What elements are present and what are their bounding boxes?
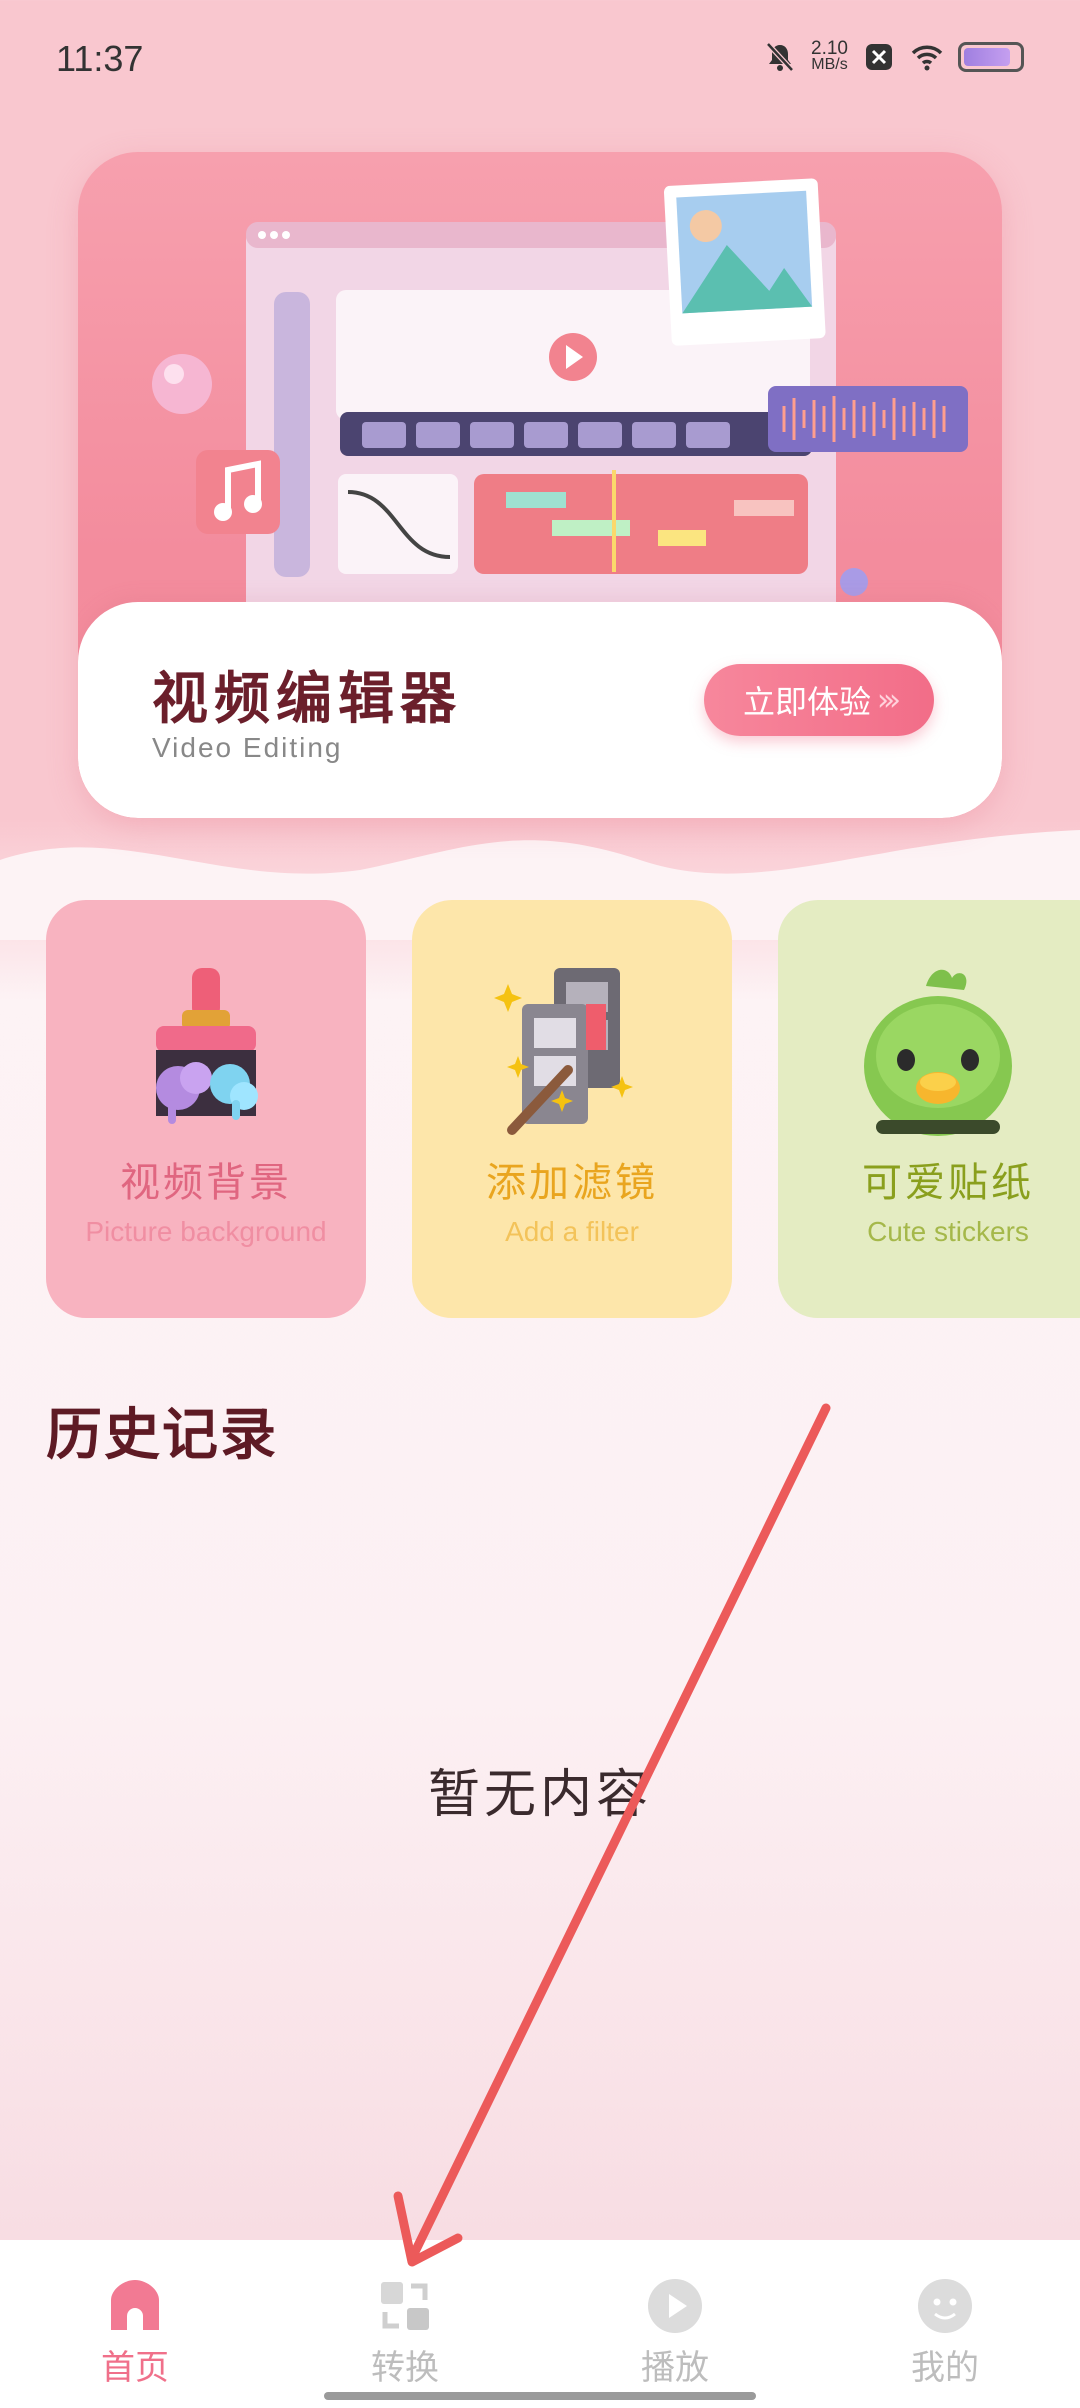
nav-home[interactable]: 首页 [0, 2240, 270, 2408]
nav-profile-label: 我的 [911, 2348, 979, 2388]
nav-convert-label: 转换 [371, 2348, 439, 2388]
net-speed: 2.10 MB/s [811, 38, 848, 73]
status-bar: 11:37 2.10 MB/s [0, 0, 1080, 120]
banner-title: 视频编辑器 [152, 666, 462, 732]
try-now-label: 立即体验 [742, 683, 871, 721]
nav-play[interactable]: 播放 [540, 2240, 810, 2408]
nav-profile[interactable]: 我的 [810, 2240, 1080, 2408]
bottom-nav: 首页 转换 播放 我的 [0, 2240, 1080, 2408]
feature-card-video-background[interactable]: 视频背景 Picture background [46, 900, 366, 1318]
banner-info-card: 视频编辑器 Video Editing 立即体验 ››› [78, 602, 1002, 818]
try-now-button[interactable]: 立即体验 ››› [704, 664, 934, 736]
feature-title: 可爱贴纸 [862, 1160, 1034, 1206]
mute-bell-icon [766, 42, 794, 72]
wifi-icon [911, 45, 943, 71]
profile-icon [918, 2279, 972, 2333]
home-indicator[interactable] [324, 2392, 756, 2400]
net-speed-value: 2.10 [811, 38, 848, 59]
paint-brush-icon [156, 968, 258, 1124]
video-editor-illustration [152, 178, 968, 642]
status-icons: 2.10 MB/s [763, 38, 1024, 74]
banner-subtitle: Video Editing [152, 732, 343, 763]
feature-title: 添加滤镜 [486, 1160, 658, 1206]
nav-convert[interactable]: 转换 [270, 2240, 540, 2408]
empty-state-text: 暂无内容 [427, 1765, 652, 1825]
feature-subtitle: Add a filter [505, 1216, 639, 1247]
convert-icon [381, 2282, 429, 2330]
nav-play-label: 播放 [641, 2348, 709, 2388]
play-icon [648, 2279, 702, 2333]
video-editor-banner[interactable]: 视频编辑器 Video Editing 立即体验 ››› [78, 152, 1002, 818]
home-icon [111, 2280, 159, 2330]
net-speed-unit: MB/s [811, 56, 848, 73]
notification-badge-icon [866, 44, 892, 70]
status-time: 11:37 [56, 38, 144, 79]
battery-icon [958, 42, 1024, 72]
feature-card-add-filter[interactable]: 添加滤镜 Add a filter [412, 900, 732, 1318]
feature-subtitle: Cute stickers [867, 1216, 1029, 1247]
feature-subtitle: Picture background [85, 1216, 327, 1247]
film-wand-icon [494, 968, 633, 1135]
battery-fill [964, 48, 1010, 66]
feature-title: 视频背景 [120, 1160, 292, 1206]
feature-card-cute-stickers[interactable]: 可爱贴纸 Cute stickers [778, 900, 1080, 1318]
green-bird-icon [864, 969, 1012, 1136]
history-title: 历史记录 [46, 1402, 278, 1468]
nav-home-label: 首页 [101, 2348, 169, 2388]
chevrons-right-icon: ››› [877, 682, 901, 718]
